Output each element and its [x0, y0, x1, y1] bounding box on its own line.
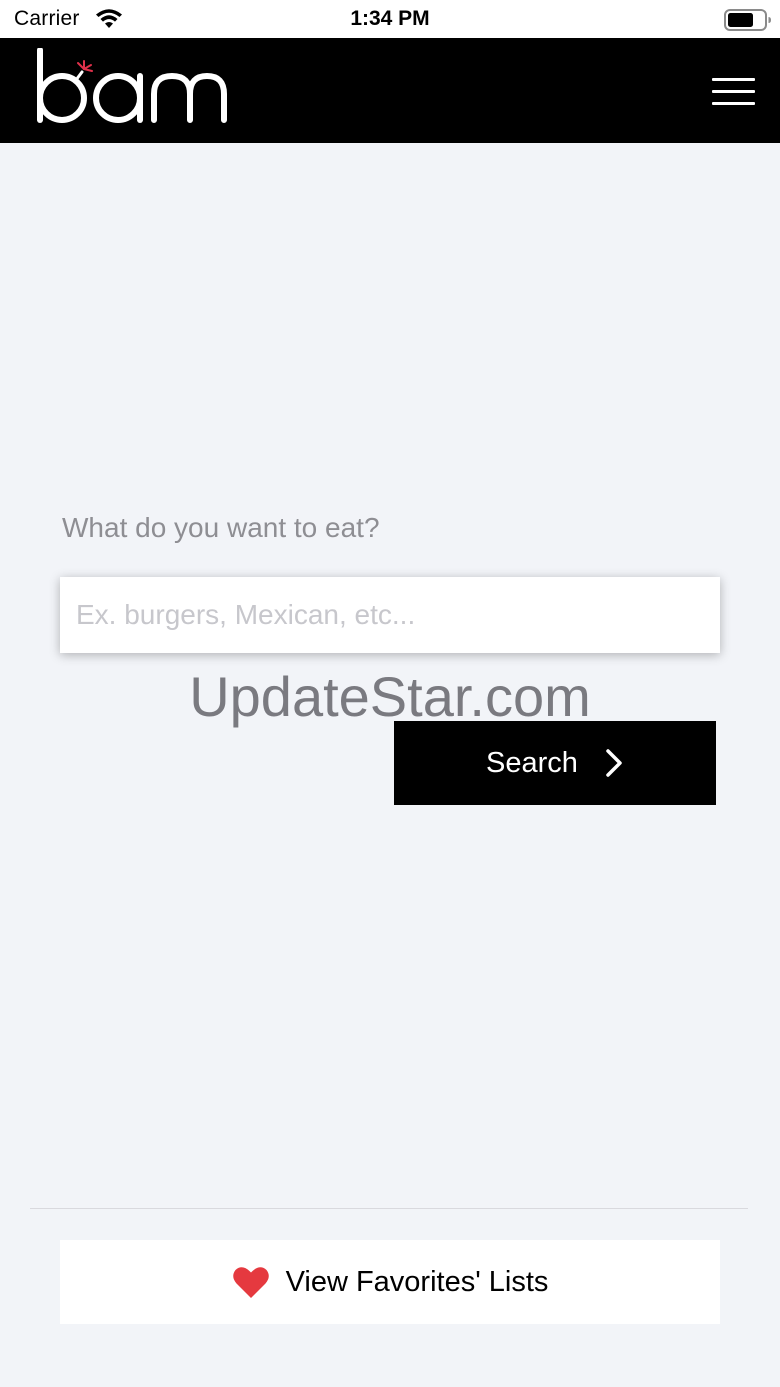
menu-line [712, 90, 755, 93]
heart-icon [232, 1267, 269, 1298]
footer-divider [30, 1208, 748, 1209]
search-button[interactable]: Search [394, 721, 716, 805]
favorites-label: View Favorites' Lists [285, 1265, 549, 1298]
hamburger-menu-icon[interactable] [704, 74, 762, 110]
watermark-text: UpdateStar.com [189, 665, 591, 728]
battery-icon [724, 9, 771, 31]
chevron-right-icon [606, 749, 622, 777]
search-input[interactable] [60, 577, 720, 653]
clock-time: 1:34 PM [350, 7, 430, 30]
menu-line [712, 102, 755, 105]
search-prompt: What do you want to eat? [62, 512, 380, 543]
app-screen: Carrier 1:34 PM What do you want to eat?… [0, 0, 780, 1387]
view-favorites-button[interactable]: View Favorites' Lists [60, 1240, 720, 1324]
search-button-label: Search [486, 746, 578, 779]
app-header [0, 38, 780, 143]
menu-line [712, 78, 755, 81]
status-bar: Carrier 1:34 PM [0, 0, 780, 38]
bam-logo [37, 48, 227, 123]
